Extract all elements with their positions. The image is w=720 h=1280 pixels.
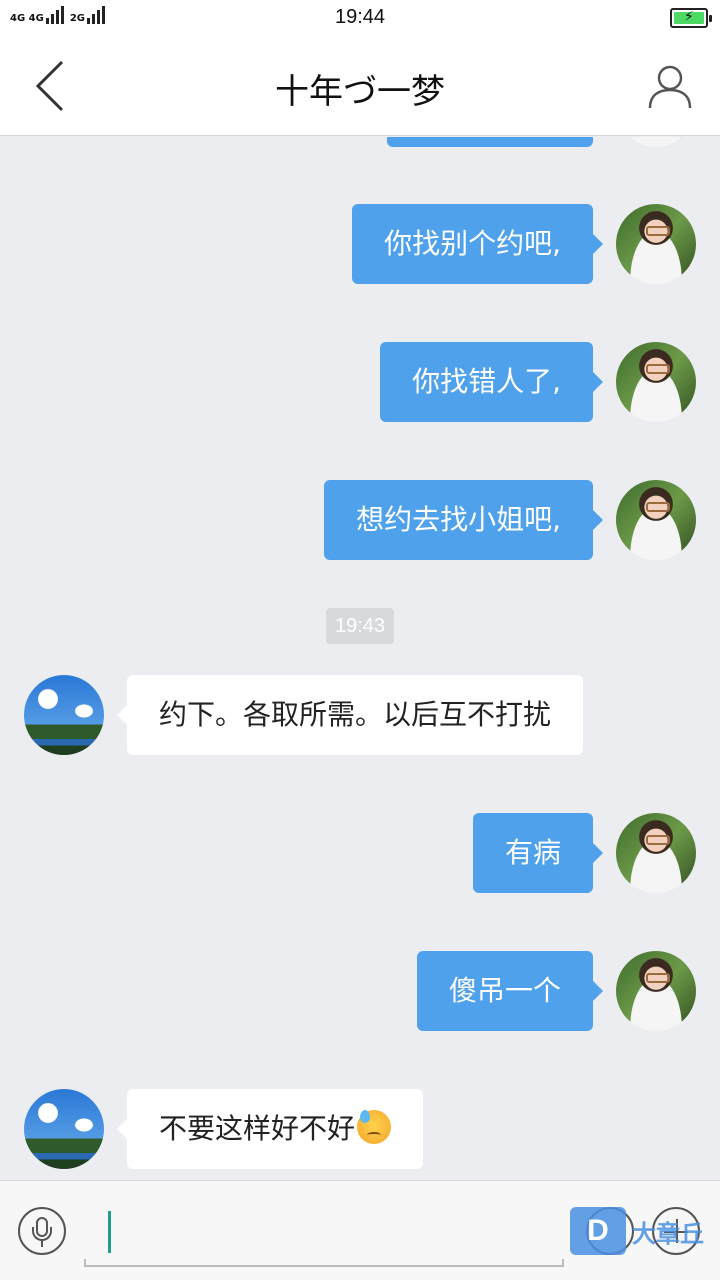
page-title: 十年づ一梦: [275, 72, 445, 112]
message-bubble[interactable]: 你找别个约吧,: [352, 204, 603, 284]
message-bubble[interactable]: 不要这样好不好: [116, 1089, 424, 1169]
my-avatar[interactable]: [616, 342, 696, 422]
message-input[interactable]: [84, 1201, 564, 1267]
profile-button[interactable]: [648, 64, 692, 110]
sweat-emoji-icon: [357, 1110, 392, 1144]
message-bubble[interactable]: 约下。各取所需。以后互不打扰: [116, 675, 584, 755]
message-text: 不要这样好不好: [159, 1112, 356, 1145]
contact-avatar[interactable]: [24, 1089, 104, 1169]
my-avatar[interactable]: [616, 951, 696, 1031]
input-bar: D 大章丘: [0, 1180, 720, 1280]
chat-header: 十年づ一梦: [0, 36, 720, 136]
text-caret: [108, 1211, 111, 1253]
status-bar: 4G 4G 2G 19:44 ⚡: [0, 0, 720, 36]
contact-avatar[interactable]: [24, 675, 104, 755]
my-avatar[interactable]: [616, 204, 696, 284]
message-bubble[interactable]: 傻吊一个: [416, 951, 604, 1031]
user-icon: [648, 65, 692, 109]
watermark: D 大章丘: [570, 1205, 704, 1257]
clock: 19:44: [334, 6, 386, 28]
my-avatar[interactable]: [616, 480, 696, 560]
message-list[interactable]: 你找别个约吧, 你找错人了, 想约去找小姐吧, 19:43 约下。各取所需。以后…: [0, 137, 720, 1180]
watermark-text: 大章丘: [632, 1219, 704, 1248]
message-bubble-partial[interactable]: [387, 137, 593, 147]
my-avatar[interactable]: [616, 813, 696, 893]
message-timestamp: 19:43: [326, 608, 394, 644]
message-bubble[interactable]: 有病: [472, 813, 604, 893]
watermark-logo: D: [570, 1207, 626, 1255]
battery-charging-icon: ⚡: [670, 8, 712, 28]
message-bubble[interactable]: 你找错人了,: [380, 342, 603, 422]
my-avatar[interactable]: [616, 137, 696, 147]
voice-button[interactable]: [18, 1207, 66, 1255]
message-bubble[interactable]: 想约去找小姐吧,: [324, 480, 603, 560]
